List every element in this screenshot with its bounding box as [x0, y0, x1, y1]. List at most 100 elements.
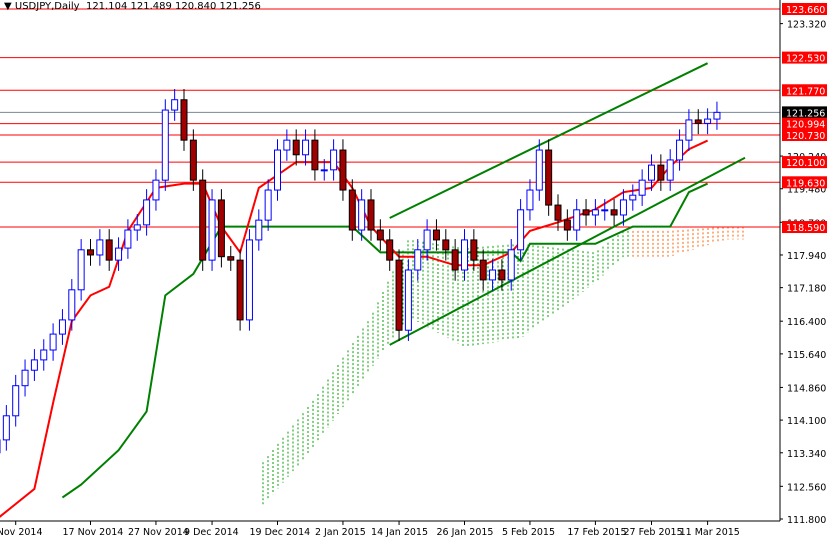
candle-body	[404, 269, 412, 331]
candle-body	[601, 209, 609, 212]
y-tick-label: 114.860	[787, 383, 826, 394]
candle-body	[330, 149, 338, 171]
candle-body	[115, 247, 123, 261]
y-tick-label: 112.560	[787, 482, 826, 493]
kijun-line	[61, 182, 709, 499]
candle-body	[526, 189, 534, 211]
candle-body	[143, 199, 151, 226]
candle-body	[30, 359, 38, 371]
candle-body	[573, 209, 581, 231]
dropdown-triangle-icon[interactable]: ▼	[4, 1, 15, 12]
candle-body	[96, 239, 104, 256]
candle-body	[292, 139, 300, 156]
candle-body	[432, 229, 440, 241]
candle-body	[666, 159, 674, 181]
candle-body	[676, 139, 684, 161]
x-tick-label: 17 Feb 2015	[567, 527, 626, 538]
candle-body	[227, 256, 235, 261]
candle-body	[311, 139, 319, 171]
candle-body	[208, 199, 216, 261]
candle-body	[554, 204, 562, 221]
candle-body	[638, 179, 646, 196]
level-label: 120.100	[786, 158, 825, 169]
candle-body	[180, 99, 188, 141]
candle-body	[713, 111, 721, 120]
y-tick-label: 117.940	[787, 251, 826, 262]
candle-body	[582, 209, 590, 216]
candle-body	[87, 249, 94, 256]
x-tick-label: 14 Jan 2015	[371, 527, 428, 538]
y-tick-label: 114.100	[787, 416, 826, 427]
level-label: 122.530	[786, 54, 825, 65]
candle-body	[255, 219, 263, 241]
trendline-1	[389, 156, 746, 346]
candle-body	[358, 199, 366, 231]
level-label: 120.730	[786, 131, 825, 142]
candle-body	[171, 99, 179, 111]
candle-body	[563, 219, 571, 231]
candle-body	[236, 259, 244, 321]
candle-body	[479, 259, 487, 281]
candle-body	[58, 319, 66, 335]
candle-body	[657, 164, 665, 181]
level-label: 119.630	[786, 178, 825, 189]
x-tick-label: 11 Mar 2015	[680, 527, 740, 538]
candle-body	[489, 269, 497, 281]
price-chart[interactable]: 123.320120.240119.480118.700117.940117.1…	[0, 0, 827, 539]
level-label: 121.770	[786, 86, 825, 97]
candle-body	[386, 239, 394, 261]
candle-body	[507, 249, 515, 281]
x-tick-label: 2 Jan 2015	[315, 527, 366, 538]
candle-body	[348, 189, 356, 231]
ohlc-readout: 121.104 121.489 120.840 121.256	[85, 1, 261, 12]
candle-body	[367, 199, 375, 231]
candle-body	[535, 149, 543, 191]
candle-body	[591, 209, 599, 216]
candle-body	[105, 239, 113, 261]
level-label: 118.590	[786, 223, 825, 234]
candle-body	[545, 149, 553, 206]
y-tick-label: 123.320	[787, 20, 826, 31]
x-tick-label: 26 Jan 2015	[437, 527, 494, 538]
candle-body	[451, 249, 459, 271]
candle-body	[610, 209, 618, 216]
candle-body	[49, 333, 57, 351]
candle-body	[199, 179, 207, 261]
candle-body	[461, 239, 468, 271]
y-tick-label: 116.400	[787, 317, 826, 328]
chart-window[interactable]: ▼ USDJPY,Daily 121.104 121.489 120.840 1…	[0, 0, 827, 539]
symbol-label: USDJPY,Daily	[14, 1, 80, 12]
candle-body	[21, 369, 29, 387]
x-tick-label: 5 Nov 2014	[0, 527, 43, 538]
candle-body	[189, 139, 197, 181]
candle-body	[12, 385, 20, 417]
candle-body	[498, 269, 506, 281]
candle-body	[619, 199, 627, 216]
candle-body	[77, 249, 85, 291]
candle-body	[283, 139, 291, 151]
candle-body	[302, 139, 310, 156]
candle-body	[40, 349, 48, 361]
candle-body	[704, 118, 712, 124]
y-tick-label: 113.340	[787, 449, 826, 460]
candle-body	[423, 229, 431, 251]
x-tick-label: 19 Dec 2014	[250, 527, 311, 538]
candle-body	[694, 119, 702, 124]
y-tick-label: 115.640	[787, 350, 826, 361]
candle-body	[161, 109, 169, 181]
candle-body	[442, 239, 450, 251]
candle-body	[274, 149, 281, 191]
y-tick-label: 117.180	[787, 284, 826, 295]
candle-body	[414, 249, 422, 271]
x-tick-label: 27 Nov 2014	[128, 527, 189, 538]
candle-body	[264, 189, 272, 221]
candle-body	[339, 149, 347, 191]
candle-body	[629, 194, 637, 201]
x-tick-label: 17 Nov 2014	[63, 527, 124, 538]
y-tick-label: 111.800	[787, 515, 826, 526]
candle-body	[517, 209, 525, 251]
candle-body	[124, 229, 132, 249]
level-label: 123.660	[786, 5, 825, 16]
candle-body	[395, 259, 403, 331]
x-tick-label: 9 Dec 2014	[184, 527, 239, 538]
